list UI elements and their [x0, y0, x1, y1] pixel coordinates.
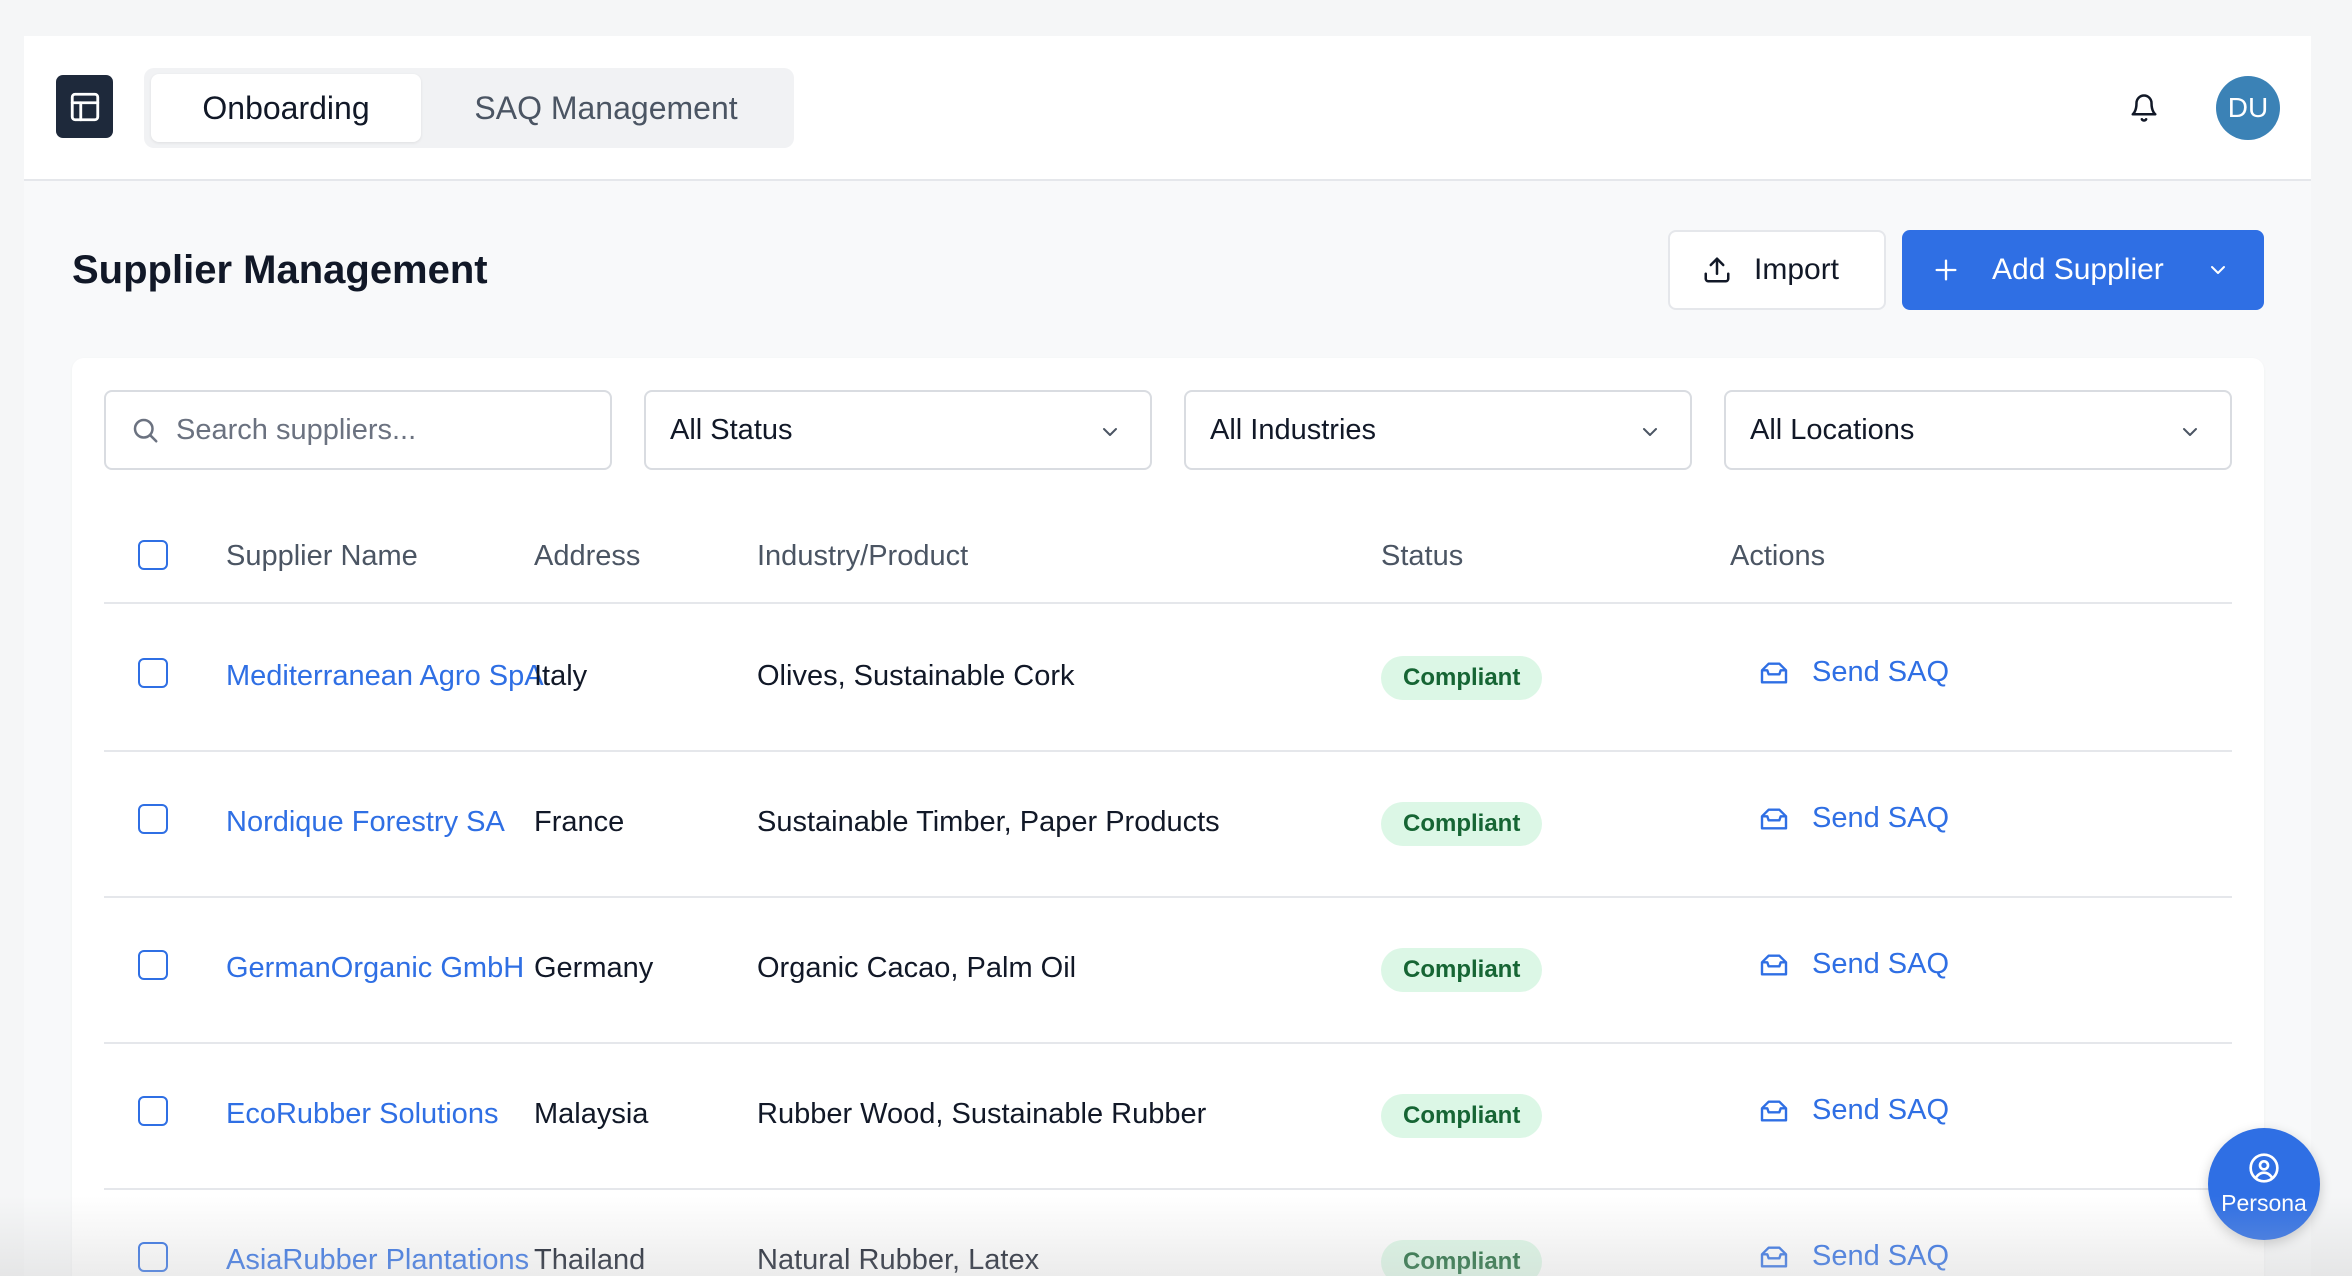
industry-filter-value: All Industries — [1210, 413, 1377, 446]
chevron-down-icon[interactable] — [2206, 258, 2230, 282]
plus-icon — [1935, 259, 1957, 281]
status-badge: Compliant — [1381, 1094, 1543, 1138]
supplier-address: Malaysia — [534, 1098, 649, 1130]
status-badge: Compliant — [1381, 802, 1543, 846]
row-checkbox[interactable] — [138, 1242, 168, 1272]
table-header: Supplier Name Address Industry/Product S… — [104, 518, 2232, 604]
persona-button[interactable]: Persona — [2208, 1128, 2320, 1240]
supplier-industry: Organic Cacao, Palm Oil — [757, 952, 1077, 984]
main-tabs: Onboarding SAQ Management — [144, 68, 794, 148]
send-saq-button[interactable]: Send SAQ — [1758, 1240, 1949, 1273]
import-label: Import — [1754, 253, 1840, 286]
tab-saq-management[interactable]: SAQ Management — [424, 74, 788, 142]
user-circle-icon — [2249, 1152, 2279, 1183]
chevron-down-icon — [1643, 428, 1657, 436]
search-input[interactable] — [176, 413, 596, 447]
status-badge: Compliant — [1381, 1240, 1543, 1276]
send-icon — [1760, 661, 1788, 684]
row-checkbox[interactable] — [138, 804, 168, 834]
table-row: Mediterranean Agro SpA Italy Olives, Sus… — [104, 606, 2232, 752]
supplier-name-link[interactable]: AsiaRubber Plantations — [226, 1244, 529, 1276]
status-badge: Compliant — [1381, 656, 1543, 700]
send-saq-label: Send SAQ — [1812, 656, 1950, 688]
app-window: Onboarding SAQ Management DU Supplier Ma… — [24, 36, 2311, 1276]
column-header-industry[interactable]: Industry/Product — [757, 540, 968, 573]
row-checkbox[interactable] — [138, 950, 168, 980]
import-button[interactable]: Import — [1668, 230, 1886, 310]
bell-icon[interactable] — [2124, 88, 2164, 128]
supplier-address: Italy — [534, 660, 588, 692]
send-saq-button[interactable]: Send SAQ — [1758, 1094, 1949, 1127]
industry-filter-select[interactable]: All Industries — [1184, 390, 1692, 470]
upload-icon — [1704, 257, 1730, 283]
supplier-industry: Natural Rubber, Latex — [757, 1244, 1040, 1276]
tab-onboarding[interactable]: Onboarding — [151, 74, 421, 142]
search-field[interactable] — [104, 390, 612, 470]
send-saq-label: Send SAQ — [1812, 802, 1950, 834]
send-saq-label: Send SAQ — [1812, 1094, 1950, 1126]
location-filter-select[interactable]: All Locations — [1724, 390, 2232, 470]
add-supplier-button[interactable]: Add Supplier — [1902, 230, 2264, 310]
supplier-industry: Olives, Sustainable Cork — [757, 660, 1075, 692]
add-supplier-label: Add Supplier — [1992, 253, 2164, 286]
send-saq-button[interactable]: Send SAQ — [1758, 948, 1949, 981]
row-checkbox[interactable] — [138, 1096, 168, 1126]
supplier-table-card: All Status All Industries All Locations … — [72, 358, 2264, 1276]
supplier-name-link[interactable]: EcoRubber Solutions — [226, 1098, 498, 1131]
send-icon — [1760, 807, 1788, 830]
status-filter-value: All Status — [670, 413, 793, 446]
app-logo-icon[interactable] — [56, 75, 113, 138]
persona-label: Persona — [2221, 1189, 2307, 1216]
chevron-down-icon — [1103, 428, 1117, 436]
row-checkbox[interactable] — [138, 658, 168, 688]
supplier-name-link[interactable]: Nordique Forestry SA — [226, 806, 505, 839]
send-icon — [1760, 1245, 1788, 1268]
send-icon — [1760, 1099, 1788, 1122]
supplier-name-link[interactable]: GermanOrganic GmbH — [226, 952, 524, 985]
supplier-address: Thailand — [534, 1244, 646, 1276]
column-header-actions: Actions — [1730, 540, 1826, 572]
top-bar: Onboarding SAQ Management DU — [24, 36, 2311, 181]
status-badge: Compliant — [1381, 948, 1543, 992]
supplier-industry: Rubber Wood, Sustainable Rubber — [757, 1098, 1207, 1130]
table-row: AsiaRubber Plantations Thailand Natural … — [104, 1190, 2232, 1276]
table-row: GermanOrganic GmbH Germany Organic Cacao… — [104, 898, 2232, 1044]
search-icon — [133, 418, 158, 443]
table-row: Nordique Forestry SA France Sustainable … — [104, 752, 2232, 898]
supplier-name-link[interactable]: Mediterranean Agro SpA — [226, 660, 544, 693]
send-saq-label: Send SAQ — [1812, 1240, 1950, 1272]
column-header-address[interactable]: Address — [534, 540, 640, 573]
send-saq-button[interactable]: Send SAQ — [1758, 656, 1949, 689]
supplier-address: France — [534, 806, 625, 838]
user-avatar[interactable]: DU — [2216, 76, 2280, 140]
send-icon — [1760, 953, 1788, 976]
page-title: Supplier Management — [72, 248, 488, 292]
supplier-address: Germany — [534, 952, 654, 984]
column-header-supplier-name[interactable]: Supplier Name — [226, 540, 418, 573]
table-row: EcoRubber Solutions Malaysia Rubber Wood… — [104, 1044, 2232, 1190]
supplier-industry: Sustainable Timber, Paper Products — [757, 806, 1220, 838]
chevron-down-icon — [2183, 428, 2197, 436]
send-saq-label: Send SAQ — [1812, 948, 1950, 980]
column-header-status[interactable]: Status — [1381, 540, 1463, 573]
select-all-checkbox[interactable] — [138, 540, 168, 570]
send-saq-button[interactable]: Send SAQ — [1758, 802, 1949, 835]
location-filter-value: All Locations — [1750, 413, 1915, 446]
status-filter-select[interactable]: All Status — [644, 390, 1152, 470]
